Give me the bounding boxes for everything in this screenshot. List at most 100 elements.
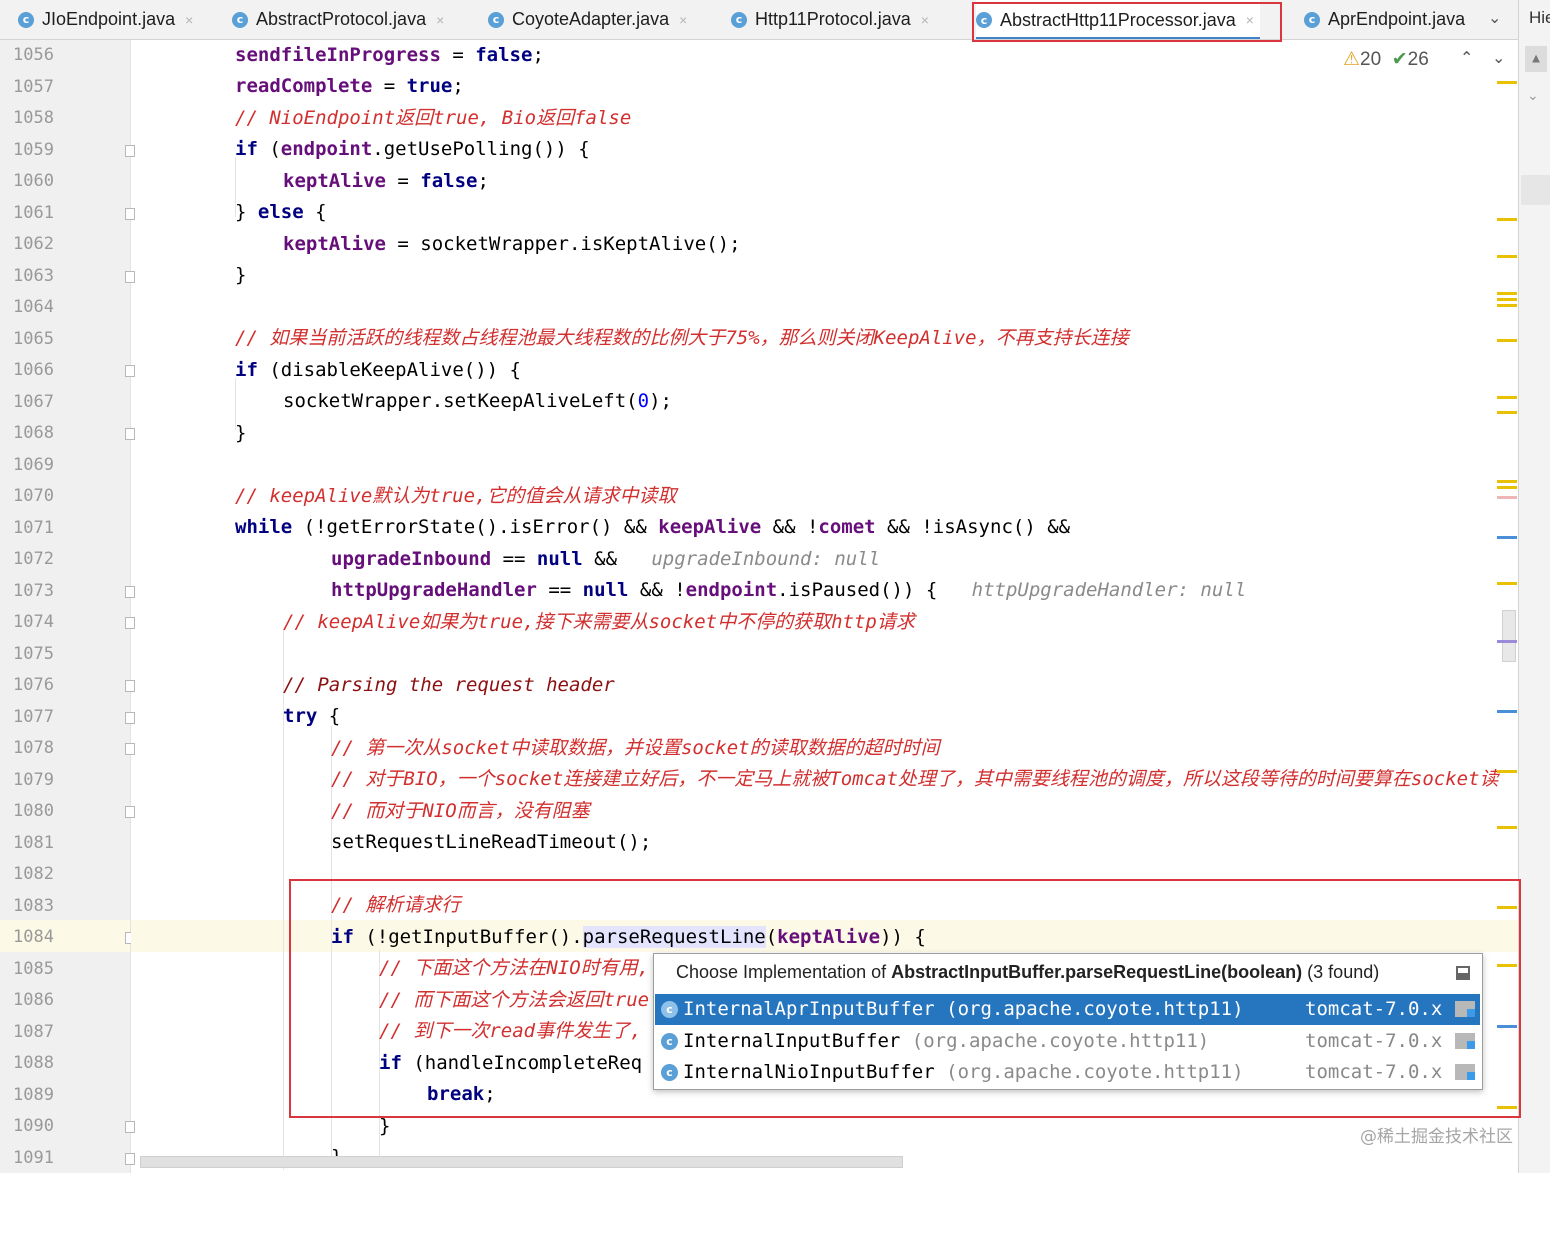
line-number: 1070: [13, 486, 54, 506]
code-line-1076: // Parsing the request header: [283, 674, 615, 696]
line-number: 1080: [13, 801, 54, 821]
close-icon[interactable]: ×: [436, 12, 444, 28]
hierarchy-panel-button[interactable]: ▲: [1525, 46, 1547, 72]
line-number: 1071: [13, 518, 54, 538]
choose-implementation-popup[interactable]: Choose Implementation of AbstractInputBu…: [653, 953, 1483, 1090]
tab-label: Http11Protocol.java: [755, 9, 911, 29]
close-icon[interactable]: ×: [679, 12, 687, 28]
inline-debug-hint: upgradeInbound: null: [651, 548, 881, 570]
line-number: 1061: [13, 203, 54, 223]
line-number: 1064: [13, 297, 54, 317]
editor-tab-bar: c JIoEndpoint.java × c AbstractProtocol.…: [0, 0, 1518, 40]
stripe-mark[interactable]: [1497, 396, 1517, 399]
line-number: 1069: [13, 455, 54, 475]
class-icon: c: [488, 11, 504, 28]
line-number: 1063: [13, 266, 54, 286]
line-number: 1089: [13, 1085, 54, 1105]
implementation-item[interactable]: c InternalInputBuffer (org.apache.coyote…: [655, 1026, 1480, 1057]
line-number: 1075: [13, 644, 54, 664]
class-icon: c: [18, 11, 34, 28]
implementation-item[interactable]: c InternalNioInputBuffer (org.apache.coy…: [655, 1057, 1480, 1088]
right-tool-panel: Hie ▲ ⌄: [1518, 0, 1550, 1173]
code-line-1071: while (!getErrorState().isError() && kee…: [235, 516, 1071, 538]
line-number: 1056: [13, 45, 54, 65]
stripe-mark[interactable]: [1497, 255, 1517, 258]
line-number: 1062: [13, 234, 54, 254]
stripe-mark[interactable]: [1497, 486, 1517, 489]
stripe-mark[interactable]: [1497, 496, 1517, 499]
line-number: 1068: [13, 423, 54, 443]
class-icon: c: [661, 1001, 678, 1018]
line-number: 1076: [13, 675, 54, 695]
line-number: 1087: [13, 1022, 54, 1042]
line-number: 1057: [13, 77, 54, 97]
code-line-1067: socketWrapper.setKeepAliveLeft(0);: [283, 390, 672, 412]
line-number: 1073: [13, 581, 54, 601]
code-line-1068: }: [235, 422, 247, 444]
tab-label: JIoEndpoint.java: [42, 9, 176, 29]
stripe-mark[interactable]: [1497, 81, 1517, 84]
tab-label: AprEndpoint.java: [1328, 9, 1466, 29]
vertical-scrollbar-thumb[interactable]: [1502, 610, 1516, 662]
stripe-mark[interactable]: [1497, 640, 1517, 643]
stripe-mark[interactable]: [1497, 304, 1517, 307]
tab-label: AbstractProtocol.java: [256, 9, 427, 29]
line-number: 1072: [13, 549, 54, 569]
line-number: 1060: [13, 171, 54, 191]
tab-overflow-chevron-icon[interactable]: ⌄: [1488, 8, 1501, 27]
tab-coyoteadapter[interactable]: c CoyoteAdapter.java ×: [488, 0, 687, 39]
tab-http11protocol[interactable]: c Http11Protocol.java ×: [731, 0, 929, 39]
stripe-mark[interactable]: [1497, 770, 1517, 773]
stripe-mark[interactable]: [1497, 480, 1517, 483]
line-number: 1067: [13, 392, 54, 412]
tab-aprendpoint[interactable]: c AprEndpoint.java: [1304, 0, 1480, 39]
close-icon[interactable]: ×: [921, 12, 929, 28]
class-icon: c: [731, 11, 747, 28]
stripe-mark[interactable]: [1497, 298, 1517, 301]
tab-jioendpoint[interactable]: c JIoEndpoint.java ×: [18, 0, 193, 39]
line-number: 1085: [13, 959, 54, 979]
line-number: 1090: [13, 1116, 54, 1136]
stripe-mark[interactable]: [1497, 826, 1517, 829]
implementation-item[interactable]: c InternalAprInputBuffer (org.apache.coy…: [655, 994, 1480, 1025]
stripe-mark[interactable]: [1497, 411, 1517, 414]
hierarchy-panel-label[interactable]: Hie: [1529, 8, 1550, 28]
next-highlight-arrow-icon[interactable]: ⌄: [1492, 48, 1505, 67]
code-line-1057: readComplete = true;: [235, 75, 464, 97]
stripe-mark[interactable]: [1497, 582, 1517, 585]
module-folder-icon: [1455, 1033, 1475, 1049]
line-number: 1065: [13, 329, 54, 349]
class-icon: c: [661, 1033, 678, 1050]
code-line-1070: // keepAlive默认为true,它的值会从请求中读取: [235, 485, 677, 507]
horizontal-scrollbar[interactable]: [140, 1156, 903, 1168]
check-icon: ✔: [1391, 49, 1408, 70]
stripe-mark[interactable]: [1497, 218, 1517, 221]
tab-abstractprotocol[interactable]: c AbstractProtocol.java ×: [232, 0, 444, 39]
code-line-1061: } else {: [235, 201, 327, 223]
inspection-widget[interactable]: ⚠20 ✔26: [1343, 48, 1429, 71]
stripe-mark[interactable]: [1497, 536, 1517, 539]
line-number: 1058: [13, 108, 54, 128]
stripe-mark[interactable]: [1497, 710, 1517, 713]
chevron-down-icon[interactable]: ⌄: [1527, 88, 1539, 104]
line-number: 1077: [13, 707, 54, 727]
close-icon[interactable]: ×: [185, 12, 193, 28]
line-number: 1078: [13, 738, 54, 758]
stripe-mark[interactable]: [1497, 292, 1517, 295]
code-line-1073: httpUpgradeHandler == null && !endpoint.…: [331, 579, 1247, 601]
active-tab-highlight-box: [972, 2, 1282, 42]
code-line-1078: // 第一次从socket中读取数据，并设置socket的读取数据的超时时间: [331, 737, 940, 759]
code-line-1060: keptAlive = false;: [283, 170, 489, 192]
line-number: 1088: [13, 1053, 54, 1073]
line-number: 1084: [13, 927, 54, 947]
module-name: tomcat-7.0.x: [1305, 1061, 1443, 1083]
code-line-1074: // keepAlive如果为true,接下来需要从socket中不停的获取ht…: [283, 611, 915, 633]
line-number: 1074: [13, 612, 54, 632]
stripe-mark[interactable]: [1497, 339, 1517, 342]
code-line-1066: if (disableKeepAlive()) {: [235, 359, 521, 381]
previous-highlight-arrow-icon[interactable]: ⌃: [1460, 48, 1473, 67]
pin-window-icon[interactable]: [1456, 966, 1470, 980]
line-number: 1091: [13, 1148, 54, 1168]
line-number: 1066: [13, 360, 54, 380]
line-number: 1083: [13, 896, 54, 916]
